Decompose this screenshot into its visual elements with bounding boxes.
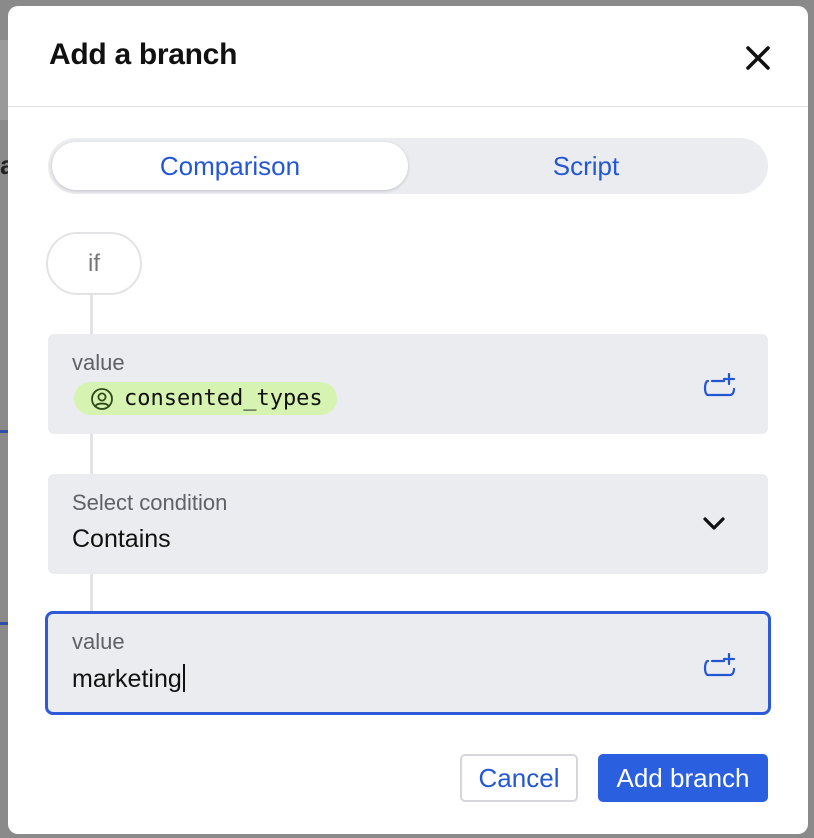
mode-toggle: Comparison Script (48, 138, 768, 194)
left-operand-field[interactable]: value consented_types (48, 334, 768, 434)
condition-value: Contains (72, 525, 171, 553)
background-accent-line (0, 622, 8, 625)
condition-label: Select condition (72, 490, 228, 515)
add-variable-icon (703, 372, 736, 397)
close-button[interactable] (742, 42, 774, 74)
tab-comparison[interactable]: Comparison (52, 142, 408, 190)
right-operand-label: value (72, 629, 125, 654)
dialog-header: Add a branch (8, 6, 808, 107)
add-branch-button[interactable]: Add branch (598, 754, 768, 802)
add-variable-button[interactable] (702, 370, 738, 402)
cancel-button[interactable]: Cancel (460, 754, 578, 802)
background-accent-line (0, 430, 8, 433)
add-branch-dialog: Add a branch Comparison Script if value … (8, 6, 808, 834)
text-caret (182, 664, 185, 692)
left-operand-label: value (72, 350, 125, 375)
tab-script[interactable]: Script (408, 142, 764, 190)
flow-connector (90, 434, 93, 476)
chevron-down-icon[interactable] (700, 514, 728, 534)
if-node: if (46, 232, 142, 295)
close-icon (746, 46, 770, 70)
condition-select[interactable]: Select condition Contains (48, 474, 768, 574)
right-operand-value: marketing (72, 664, 185, 694)
right-operand-text: marketing (72, 665, 182, 693)
user-circle-icon (91, 387, 113, 410)
right-operand-input[interactable]: value marketing (45, 611, 771, 715)
add-variable-button[interactable] (702, 650, 738, 682)
variable-token-label: consented_types (124, 386, 323, 411)
background-panel (0, 40, 8, 120)
dialog-title: Add a branch (49, 38, 238, 71)
flow-connector (90, 574, 93, 614)
flow-connector (90, 293, 93, 335)
variable-token[interactable]: consented_types (74, 382, 337, 415)
add-variable-icon (703, 652, 736, 677)
